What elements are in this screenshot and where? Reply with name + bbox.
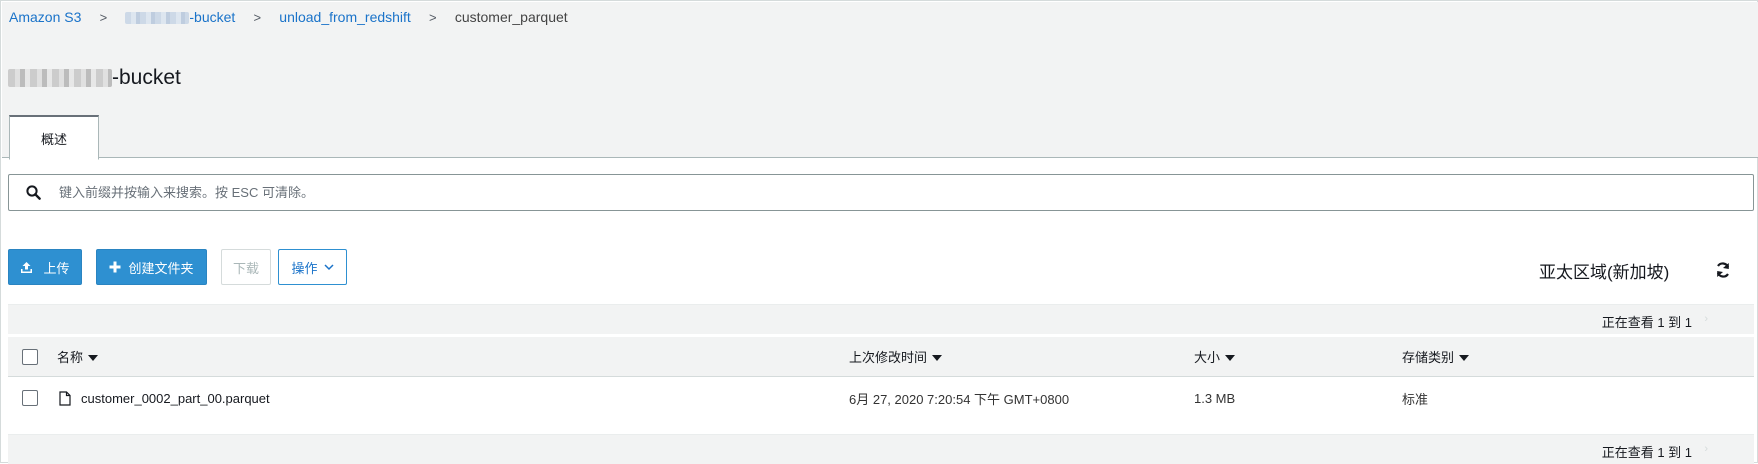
breadcrumb-s3-link[interactable]: Amazon S3	[9, 9, 81, 25]
tab-overview[interactable]: 概述	[9, 115, 99, 160]
actions-dropdown-button[interactable]: 操作	[278, 249, 347, 285]
caret-down-icon	[932, 354, 943, 361]
pager-next-icon[interactable]: ›	[1704, 313, 1708, 325]
breadcrumb-current: customer_parquet	[454, 9, 568, 25]
table-header: 名称 上次修改时间 大小 存储类别	[8, 337, 1754, 377]
breadcrumb-folder-link[interactable]: unload_from_redshift	[279, 9, 411, 25]
s3-console-window: Amazon S3 > -bucket > unload_from_redshi…	[0, 0, 1758, 464]
row-modified-cell: 6月 27, 2020 7:20:54 下午 GMT+0800	[849, 391, 1070, 407]
create-folder-button-label: 创建文件夹	[128, 260, 194, 276]
column-header-storage-class-label: 存储类别	[1402, 350, 1455, 365]
chevron-down-icon	[323, 263, 334, 271]
search-box	[8, 174, 1754, 211]
pager-next-icon[interactable]: ›	[1704, 443, 1708, 455]
select-all-checkbox-cell	[22, 337, 38, 376]
file-icon	[59, 390, 71, 406]
row-storage-class-cell: 标准	[1402, 391, 1429, 407]
breadcrumb-separator: >	[253, 9, 262, 25]
column-header-size[interactable]: 大小	[1194, 337, 1236, 376]
pager-status: 正在查看 1 到 1	[1601, 445, 1692, 460]
download-button-label: 下载	[232, 260, 259, 276]
redacted-bucket-prefix	[8, 69, 112, 87]
pager-status: 正在查看 1 到 1	[1601, 315, 1692, 330]
upload-icon	[20, 261, 33, 274]
page-title-label: -bucket	[112, 66, 181, 89]
tab-overview-label: 概述	[40, 131, 67, 147]
column-header-name-label: 名称	[57, 350, 84, 365]
select-all-checkbox[interactable]	[22, 348, 38, 365]
row-checkbox[interactable]	[22, 390, 38, 406]
column-header-size-label: 大小	[1194, 350, 1221, 365]
download-button[interactable]: 下载	[221, 249, 271, 285]
file-name-link[interactable]: customer_0002_part_00.parquet	[81, 391, 270, 406]
breadcrumb: Amazon S3 > -bucket > unload_from_redshi…	[9, 7, 568, 27]
toolbar: 上传 创建文件夹 下载 操作	[8, 249, 347, 285]
column-header-modified-label: 上次修改时间	[849, 350, 928, 365]
page-title: -bucket	[8, 66, 181, 90]
row-checkbox-cell	[22, 377, 38, 419]
page-header: Amazon S3 > -bucket > unload_from_redshi…	[2, 2, 1758, 160]
search-icon	[9, 185, 57, 200]
upload-button-label: 上传	[43, 260, 70, 276]
row-name-cell: customer_0002_part_00.parquet	[59, 377, 270, 419]
redacted-bucket-prefix	[125, 12, 190, 25]
plus-icon	[109, 261, 121, 273]
pager-top: ‹ 正在查看 1 到 1 ›	[8, 304, 1754, 334]
refresh-icon[interactable]	[1714, 261, 1732, 279]
upload-button[interactable]: 上传	[8, 249, 82, 285]
column-header-storage-class[interactable]: 存储类别	[1402, 337, 1470, 376]
column-header-modified[interactable]: 上次修改时间	[849, 337, 943, 376]
row-size-cell: 1.3 MB	[1194, 390, 1236, 406]
breadcrumb-bucket-label: -bucket	[189, 9, 236, 25]
search-input[interactable]	[57, 184, 1737, 201]
caret-down-icon	[1459, 354, 1470, 361]
caret-down-icon	[88, 354, 99, 361]
create-folder-button[interactable]: 创建文件夹	[96, 249, 207, 285]
region-label: 亚太区域(新加坡)	[1539, 263, 1670, 282]
breadcrumb-separator: >	[429, 9, 437, 25]
breadcrumb-separator: >	[99, 9, 108, 25]
breadcrumb-bucket-link[interactable]: -bucket	[125, 9, 235, 25]
caret-down-icon	[1225, 354, 1236, 361]
table-row[interactable]: customer_0002_part_00.parquet 6月 27, 202…	[8, 377, 1754, 419]
pager-bottom: ‹ 正在查看 1 到 1 ›	[8, 434, 1754, 464]
actions-button-label: 操作	[291, 260, 318, 276]
column-header-name[interactable]: 名称	[57, 337, 99, 376]
